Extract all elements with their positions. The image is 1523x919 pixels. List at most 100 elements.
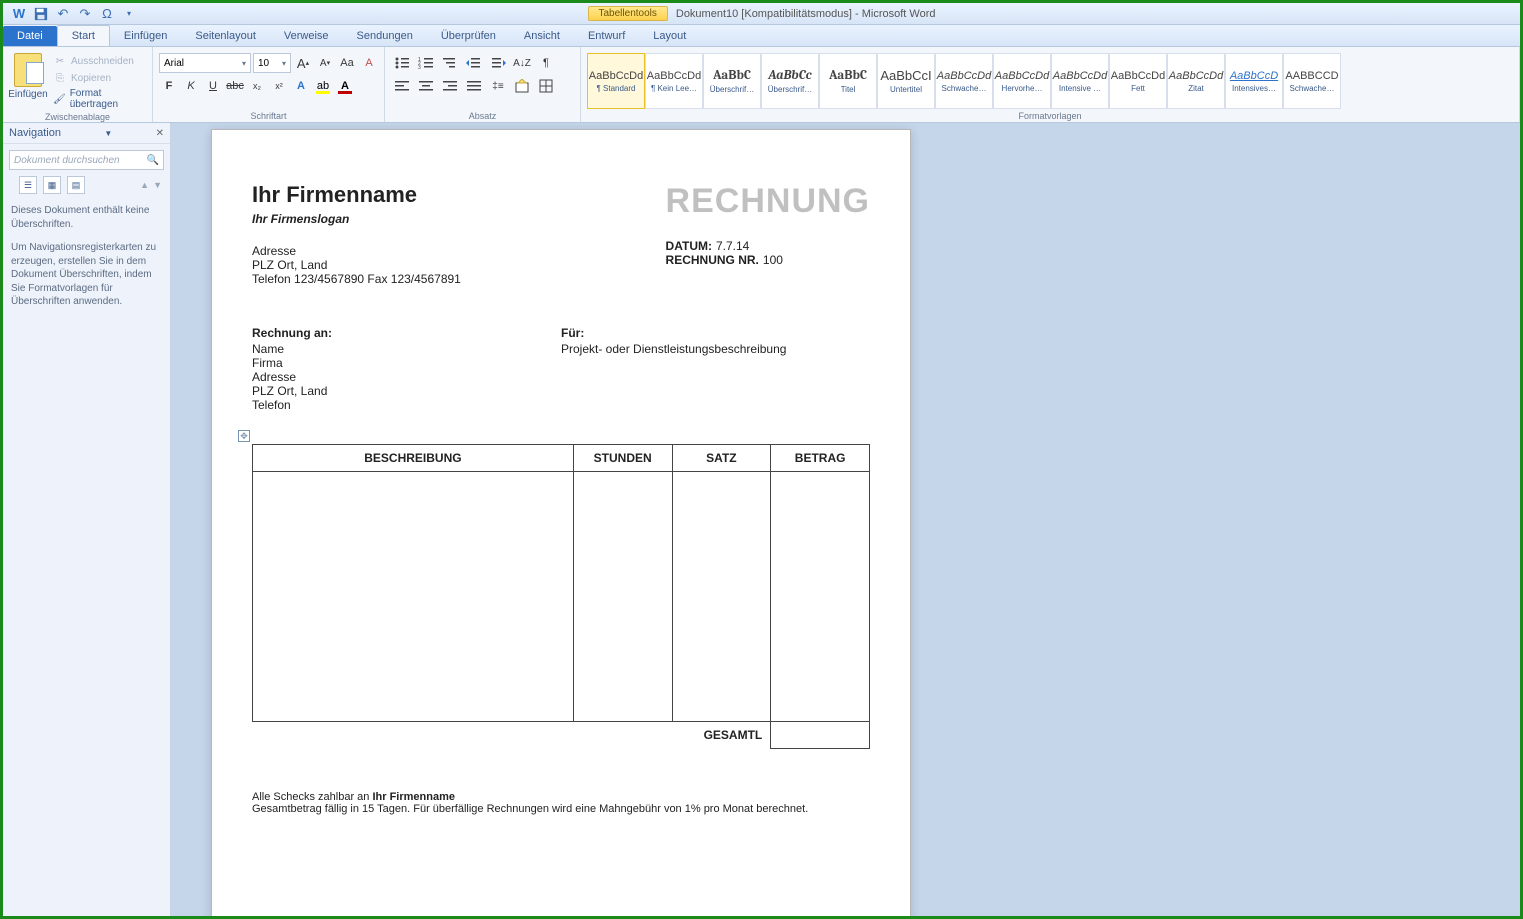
numbering-button[interactable]: 123 xyxy=(415,53,437,73)
highlight-button[interactable]: ab xyxy=(313,76,333,96)
increase-indent-button[interactable] xyxy=(487,53,509,73)
cell-description[interactable] xyxy=(253,472,574,722)
bill-to-block[interactable]: Rechnung an: Name Firma Adresse PLZ Ort,… xyxy=(252,326,561,412)
decrease-indent-button[interactable] xyxy=(463,53,485,73)
nav-tab-headings[interactable]: ☰ xyxy=(19,176,37,194)
sort-button[interactable]: A↓Z xyxy=(511,53,533,73)
paste-button[interactable]: Einfügen xyxy=(9,53,47,100)
multilevel-list-button[interactable] xyxy=(439,53,461,73)
tab-mailings[interactable]: Sendungen xyxy=(343,26,427,46)
style-item-5[interactable]: AaBbCcIUntertitel xyxy=(877,53,935,109)
italic-button[interactable]: K xyxy=(181,76,201,96)
nav-search-input[interactable]: Dokument durchsuchen 🔍 xyxy=(9,150,164,170)
show-marks-button[interactable]: ¶ xyxy=(535,53,557,73)
tab-file[interactable]: Datei xyxy=(3,26,57,46)
style-sample: AaBbCcDd xyxy=(647,70,701,82)
cell-hours[interactable] xyxy=(573,472,672,722)
company-name[interactable]: Ihr Firmenname xyxy=(252,182,461,208)
borders-button[interactable] xyxy=(535,76,557,96)
superscript-button[interactable]: x² xyxy=(269,76,289,96)
company-address[interactable]: Adresse PLZ Ort, Land Telefon 123/456789… xyxy=(252,244,461,286)
style-item-12[interactable]: AABBCCDSchwache… xyxy=(1283,53,1341,109)
shrink-font-button[interactable]: A▾ xyxy=(315,53,335,73)
style-item-8[interactable]: AaBbCcDdIntensive … xyxy=(1051,53,1109,109)
tab-home[interactable]: Start xyxy=(57,25,110,46)
text-effects-button[interactable]: A xyxy=(291,76,311,96)
justify-button[interactable] xyxy=(463,76,485,96)
symbol-button[interactable]: Ω xyxy=(97,5,117,23)
align-right-button[interactable] xyxy=(439,76,461,96)
total-value[interactable] xyxy=(771,722,870,749)
col-description[interactable]: BESCHREIBUNG xyxy=(253,445,574,472)
nav-dropdown-icon[interactable]: ▼ xyxy=(104,129,112,138)
clear-formatting-button[interactable]: A xyxy=(359,53,379,73)
tab-insert[interactable]: Einfügen xyxy=(110,26,181,46)
redo-button[interactable]: ↷ xyxy=(75,5,95,23)
nav-next-icon[interactable]: ▼ xyxy=(153,180,162,190)
bold-button[interactable]: F xyxy=(159,76,179,96)
strikethrough-button[interactable]: abc xyxy=(225,76,245,96)
style-name: Hervorhe… xyxy=(1002,84,1043,93)
style-item-0[interactable]: AaBbCcDd¶ Standard xyxy=(587,53,645,109)
style-item-7[interactable]: AaBbCcDdHervorhe… xyxy=(993,53,1051,109)
style-sample: AaBbCc xyxy=(768,68,811,83)
subscript-button[interactable]: x₂ xyxy=(247,76,267,96)
tab-pagelayout[interactable]: Seitenlayout xyxy=(181,26,270,46)
contextual-tab-tabletools: Tabellentools xyxy=(588,6,668,21)
word-icon[interactable]: W xyxy=(9,5,29,23)
style-item-10[interactable]: AaBbCcDdZitat xyxy=(1167,53,1225,109)
table-move-handle-icon[interactable]: ✥ xyxy=(238,430,250,442)
col-hours[interactable]: STUNDEN xyxy=(573,445,672,472)
page[interactable]: Ihr Firmenname Ihr Firmenslogan Adresse … xyxy=(211,129,911,916)
style-item-1[interactable]: AaBbCcDd¶ Kein Lee… xyxy=(645,53,703,109)
style-item-9[interactable]: AaBbCcDdFett xyxy=(1109,53,1167,109)
style-item-4[interactable]: AaBbCTitel xyxy=(819,53,877,109)
undo-button[interactable]: ↶ xyxy=(53,5,73,23)
align-center-button[interactable] xyxy=(415,76,437,96)
bullets-button[interactable] xyxy=(391,53,413,73)
qat-customize-button[interactable]: ▾ xyxy=(119,5,139,23)
style-item-3[interactable]: AaBbCcÜberschrif… xyxy=(761,53,819,109)
nav-tab-results[interactable]: ▤ xyxy=(67,176,85,194)
change-case-button[interactable]: Aa xyxy=(337,53,357,73)
col-amount[interactable]: BETRAG xyxy=(771,445,870,472)
cut-button[interactable]: ✂ Ausschneiden xyxy=(51,53,146,69)
nav-message: Dieses Dokument enthält keine Überschrif… xyxy=(3,194,170,329)
tab-review[interactable]: Überprüfen xyxy=(427,26,510,46)
save-button[interactable] xyxy=(31,5,51,23)
line-spacing-button[interactable]: ‡≡ xyxy=(487,76,509,96)
invoice-title[interactable]: RECHNUNG xyxy=(666,182,870,221)
tab-view[interactable]: Ansicht xyxy=(510,26,574,46)
company-slogan[interactable]: Ihr Firmenslogan xyxy=(252,212,461,226)
style-item-6[interactable]: AaBbCcDdSchwache… xyxy=(935,53,993,109)
col-rate[interactable]: SATZ xyxy=(672,445,771,472)
underline-button[interactable]: U xyxy=(203,76,223,96)
align-left-button[interactable] xyxy=(391,76,413,96)
tab-references[interactable]: Verweise xyxy=(270,26,343,46)
total-label[interactable]: GESAMTL xyxy=(672,722,771,749)
grow-font-button[interactable]: A▴ xyxy=(293,53,313,73)
ribbon-tabstrip: Datei Start Einfügen Seitenlayout Verwei… xyxy=(3,25,1520,47)
style-name: Intensive … xyxy=(1059,84,1101,93)
invoice-meta[interactable]: DATUM: 7.7.14 RECHNUNG NR. 100 xyxy=(666,239,870,267)
nav-prev-icon[interactable]: ▲ xyxy=(140,180,149,190)
for-block[interactable]: Für: Projekt- oder Dienstleistungsbeschr… xyxy=(561,326,870,412)
nav-close-button[interactable]: ✕ xyxy=(156,128,164,139)
nav-tab-pages[interactable]: ▦ xyxy=(43,176,61,194)
invoice-table[interactable]: ✥ BESCHREIBUNG STUNDEN SATZ BETRAG xyxy=(252,444,870,749)
cell-rate[interactable] xyxy=(672,472,771,722)
style-item-2[interactable]: AaBbCÜberschrif… xyxy=(703,53,761,109)
copy-button[interactable]: ⎘ Kopieren xyxy=(51,70,146,86)
tab-layout[interactable]: Layout xyxy=(639,26,700,46)
tab-design[interactable]: Entwurf xyxy=(574,26,639,46)
style-item-11[interactable]: AaBbCcDIntensives… xyxy=(1225,53,1283,109)
font-size-combo[interactable]: 10▾ xyxy=(253,53,291,73)
shading-button[interactable] xyxy=(511,76,533,96)
format-painter-button[interactable]: 🖌 Format übertragen xyxy=(51,87,146,111)
document-area[interactable]: Ihr Firmenname Ihr Firmenslogan Adresse … xyxy=(171,123,1520,916)
cell-amount[interactable] xyxy=(771,472,870,722)
styles-gallery[interactable]: AaBbCcDd¶ StandardAaBbCcDd¶ Kein Lee…AaB… xyxy=(587,49,1513,110)
font-name-combo[interactable]: Arial▾ xyxy=(159,53,251,73)
font-color-button[interactable]: A xyxy=(335,76,355,96)
invoice-footer[interactable]: Alle Schecks zahlbar an Ihr Firmenname G… xyxy=(252,791,870,815)
